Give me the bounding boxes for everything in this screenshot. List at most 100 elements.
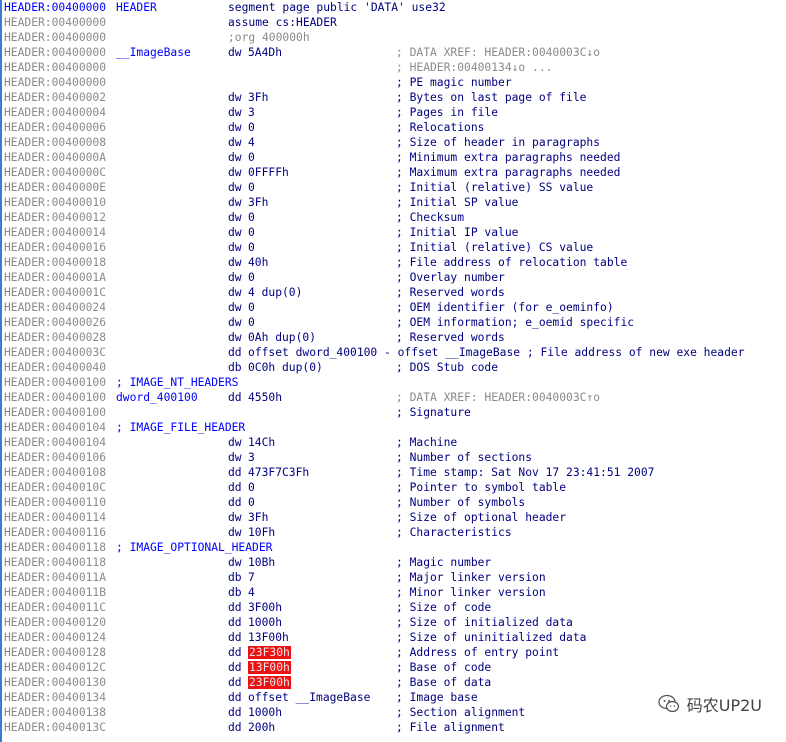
line-address[interactable]: HEADER:00400116: [4, 525, 106, 540]
line-label[interactable]: HEADER: [116, 0, 157, 15]
line-address[interactable]: HEADER:0040001A: [4, 270, 106, 285]
line-operand[interactable]: 13F00h: [248, 630, 289, 645]
listing-line[interactable]: HEADER:00400012 dw 0 ; Checksum: [2, 210, 786, 225]
line-operand[interactable]: 10Bh: [248, 555, 275, 570]
line-address[interactable]: HEADER:00400118: [4, 540, 106, 555]
disassembly-listing[interactable]: HEADER:00400000 HEADER segment page public…: [0, 0, 786, 742]
line-operand[interactable]: 3Fh: [248, 195, 268, 210]
line-address[interactable]: HEADER:00400114: [4, 510, 106, 525]
listing-line[interactable]: HEADER:00400000 ; HEADER:00400134↓o ...: [2, 60, 786, 75]
line-address[interactable]: HEADER:0040000E: [4, 180, 106, 195]
highlighted-operand[interactable]: 23F00h: [248, 676, 291, 689]
line-address[interactable]: HEADER:00400124: [4, 630, 106, 645]
listing-line[interactable]: HEADER:00400026 dw 0 ; OEM information; e_o…: [2, 315, 786, 330]
listing-line[interactable]: HEADER:00400000 ; PE magic number: [2, 75, 786, 90]
listing-line[interactable]: HEADER:00400004 dw 3 ; Pages in file: [2, 105, 786, 120]
line-operand[interactable]: ;org 400000h: [228, 30, 310, 45]
line-operand[interactable]: 200h: [248, 720, 275, 735]
line-address[interactable]: HEADER:0040010C: [4, 480, 106, 495]
line-operand[interactable]: 4: [248, 135, 255, 150]
highlighted-operand[interactable]: 13F00h: [248, 661, 291, 674]
line-operand[interactable]: 0: [248, 180, 255, 195]
line-address[interactable]: HEADER:00400014: [4, 225, 106, 240]
line-address[interactable]: HEADER:00400110: [4, 495, 106, 510]
line-operand[interactable]: 3Fh: [248, 510, 268, 525]
listing-line[interactable]: HEADER:00400010 dw 3Fh ; Initial SP value: [2, 195, 786, 210]
listing-line[interactable]: HEADER:00400124 dd 13F00h ; Size of uniniti…: [2, 630, 786, 645]
line-operand[interactable]: 0: [248, 270, 255, 285]
line-address[interactable]: HEADER:0040011A: [4, 570, 106, 585]
line-address[interactable]: HEADER:00400138: [4, 705, 106, 720]
line-operand[interactable]: 4 dup(0): [248, 285, 302, 300]
line-address[interactable]: HEADER:00400106: [4, 450, 106, 465]
listing-line[interactable]: HEADER:0040000A dw 0 ; Minimum extra paragr…: [2, 150, 786, 165]
listing-line[interactable]: HEADER:00400130 dd 23F00h ; Base of data: [2, 675, 786, 690]
line-operand[interactable]: 3Fh: [248, 90, 268, 105]
line-operand[interactable]: 23F30h: [248, 645, 291, 660]
listing-line[interactable]: HEADER:00400006 dw 0 ; Relocations: [2, 120, 786, 135]
listing-line[interactable]: HEADER:00400114 dw 3Fh ; Size of optional h…: [2, 510, 786, 525]
line-operand[interactable]: 0: [248, 210, 255, 225]
line-address[interactable]: HEADER:00400100: [4, 375, 106, 390]
listing-line[interactable]: HEADER:00400118 dw 10Bh ; Magic number: [2, 555, 786, 570]
line-address[interactable]: HEADER:00400000: [4, 30, 106, 45]
line-operand[interactable]: 0Ah dup(0): [248, 330, 316, 345]
line-operand[interactable]: 0: [248, 300, 255, 315]
line-address[interactable]: HEADER:00400016: [4, 240, 106, 255]
listing-line[interactable]: HEADER:0040011B db 4 ; Minor linker version: [2, 585, 786, 600]
listing-line[interactable]: HEADER:00400120 dd 1000h ; Size of initiali…: [2, 615, 786, 630]
line-xref-comment[interactable]: ; DATA XREF: HEADER:0040003C↓o: [396, 45, 600, 60]
line-operand[interactable]: 1000h: [248, 615, 282, 630]
listing-line[interactable]: HEADER:00400100 dword_400100 dd 4550h ; DATA…: [2, 390, 786, 405]
line-address[interactable]: HEADER:0040012C: [4, 660, 106, 675]
listing-line[interactable]: HEADER:0040000E dw 0 ; Initial (relative) S…: [2, 180, 786, 195]
line-address[interactable]: HEADER:00400100: [4, 390, 106, 405]
listing-line[interactable]: HEADER:00400118 ; IMAGE_OPTIONAL_HEADER: [2, 540, 786, 555]
listing-line[interactable]: HEADER:00400110 dd 0 ; Number of symbols: [2, 495, 786, 510]
line-operand[interactable]: 3: [248, 450, 255, 465]
line-address[interactable]: HEADER:00400024: [4, 300, 106, 315]
line-address[interactable]: HEADER:0040001C: [4, 285, 106, 300]
listing-line[interactable]: HEADER:0040001C dw 4 dup(0) ; Reserved word…: [2, 285, 786, 300]
listing-line[interactable]: HEADER:00400008 dw 4 ; Size of header in pa…: [2, 135, 786, 150]
line-address[interactable]: HEADER:00400128: [4, 645, 106, 660]
line-address[interactable]: HEADER:00400012: [4, 210, 106, 225]
listing-line[interactable]: HEADER:00400002 dw 3Fh ; Bytes on last page…: [2, 90, 786, 105]
line-address[interactable]: HEADER:00400108: [4, 465, 106, 480]
line-address[interactable]: HEADER:0040011C: [4, 600, 106, 615]
listing-line[interactable]: HEADER:00400100 ; IMAGE_NT_HEADERS: [2, 375, 786, 390]
line-operand[interactable]: 473F7C3Fh: [248, 465, 309, 480]
line-address[interactable]: HEADER:00400028: [4, 330, 106, 345]
line-operand[interactable]: 23F00h: [248, 675, 291, 690]
line-address[interactable]: HEADER:00400006: [4, 120, 106, 135]
line-operand[interactable]: 10Fh: [248, 525, 275, 540]
line-address[interactable]: HEADER:00400120: [4, 615, 106, 630]
listing-line[interactable]: HEADER:0040011C dd 3F00h ; Size of code: [2, 600, 786, 615]
highlighted-operand[interactable]: 23F30h: [248, 646, 291, 659]
line-address[interactable]: HEADER:00400008: [4, 135, 106, 150]
line-address[interactable]: HEADER:0040003C: [4, 345, 106, 360]
listing-line[interactable]: HEADER:00400014 dw 0 ; Initial IP value: [2, 225, 786, 240]
line-operand[interactable]: 0: [248, 495, 255, 510]
line-operand[interactable]: offset __ImageBase: [248, 690, 370, 705]
line-operand[interactable]: 3: [248, 105, 255, 120]
line-operand[interactable]: 0: [248, 480, 255, 495]
listing-line[interactable]: HEADER:0040000C dw 0FFFFh ; Maximum extra p…: [2, 165, 786, 180]
line-address[interactable]: HEADER:00400040: [4, 360, 106, 375]
line-address[interactable]: HEADER:0040013C: [4, 720, 106, 735]
listing-line[interactable]: HEADER:00400000 HEADER segment page public…: [2, 0, 786, 15]
listing-line[interactable]: HEADER:00400024 dw 0 ; OEM identifier (for …: [2, 300, 786, 315]
line-address[interactable]: HEADER:00400100: [4, 405, 106, 420]
line-address[interactable]: HEADER:00400104: [4, 435, 106, 450]
line-xref-comment[interactable]: ; HEADER:00400134↓o ...: [396, 60, 552, 75]
line-operand[interactable]: 0: [248, 150, 255, 165]
listing-line[interactable]: HEADER:0040001A dw 0 ; Overlay number: [2, 270, 786, 285]
listing-line[interactable]: HEADER:0040003C dd offset dword_400100 - o…: [2, 345, 786, 360]
line-operand[interactable]: 7: [248, 570, 255, 585]
listing-line[interactable]: HEADER:0040010C dd 0 ; Pointer to symbol ta…: [2, 480, 786, 495]
line-address[interactable]: HEADER:00400000: [4, 0, 106, 15]
line-operand[interactable]: 14Ch: [248, 435, 275, 450]
line-address[interactable]: HEADER:0040000C: [4, 165, 106, 180]
listing-line[interactable]: HEADER:00400028 dw 0Ah dup(0) ; Reserved wo…: [2, 330, 786, 345]
listing-line[interactable]: HEADER:00400016 dw 0 ; Initial (relative) C…: [2, 240, 786, 255]
